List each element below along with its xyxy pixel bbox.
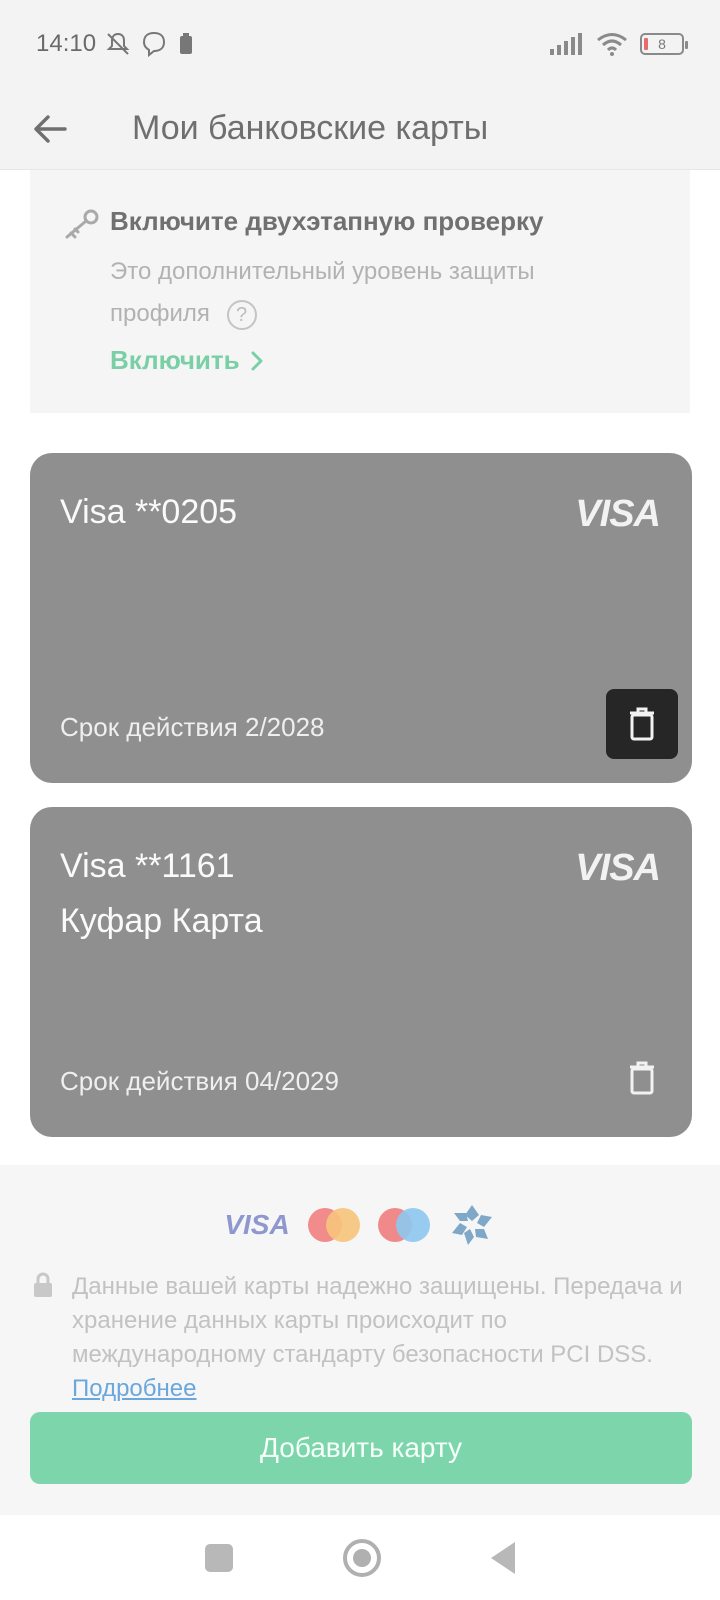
home-icon[interactable] — [343, 1538, 381, 1577]
trash-icon — [630, 1061, 654, 1095]
payment-logos: VISA — [0, 1203, 720, 1247]
card-name: Куфар Карта — [60, 902, 263, 940]
battery-icon: 8 — [640, 33, 688, 55]
mastercard-logo — [307, 1208, 360, 1242]
key-icon — [65, 209, 99, 239]
battery-saver-icon — [180, 33, 193, 54]
card-expiry: Срок действия 2/2028 — [60, 712, 325, 742]
lock-icon — [34, 1272, 52, 1297]
delete-card-button[interactable] — [606, 1043, 678, 1113]
two-factor-banner: Включите двухэтапную проверку Это дополн… — [30, 170, 690, 413]
visa-logo: VISA — [575, 493, 661, 535]
card-number: Visa **0205 — [60, 493, 238, 531]
back-button[interactable] — [0, 88, 100, 170]
add-card-button[interactable]: Добавить карту — [30, 1412, 692, 1484]
system-nav-bar — [0, 1515, 720, 1600]
signal-icon — [550, 33, 582, 55]
more-info-link[interactable]: Подробнее — [72, 1375, 196, 1402]
battery-level: 8 — [658, 36, 666, 52]
chevron-right-icon — [251, 351, 263, 370]
page-title: Мои банковские карты — [132, 109, 489, 147]
trash-icon — [630, 707, 654, 741]
delete-card-button[interactable] — [606, 689, 678, 759]
banner-title: Включите двухэтапную проверку — [110, 206, 544, 236]
security-text: Данные вашей карты надежно защищены. Пер… — [72, 1273, 683, 1368]
app-header: Мои банковские карты — [0, 88, 720, 170]
maestro-logo — [377, 1208, 430, 1242]
bank-card[interactable]: Visa **1161 Куфар Карта VISA Срок действ… — [30, 807, 692, 1137]
visa-logo: VISA — [575, 847, 661, 889]
banner-description: Это дополнительный уровень защиты профил… — [110, 251, 610, 335]
enable-2fa-link[interactable]: Включить — [110, 345, 690, 376]
card-expiry: Срок действия 04/2029 — [60, 1066, 339, 1096]
visa-payment-logo: VISA — [224, 1209, 290, 1240]
recents-icon[interactable] — [205, 1543, 233, 1572]
mute-icon — [106, 32, 130, 55]
belkart-logo — [451, 1205, 492, 1245]
wifi-icon — [597, 33, 627, 56]
help-icon[interactable]: ? — [226, 299, 257, 330]
bank-card[interactable]: Visa **0205 VISA Срок действия 2/2028 — [30, 453, 692, 783]
viber-icon — [143, 31, 166, 58]
enable-2fa-label: Включить — [110, 345, 240, 375]
banner-description-text: Это дополнительный уровень защиты профил… — [110, 258, 535, 327]
status-bar: 14:10 8 — [0, 0, 720, 88]
back-triangle-icon[interactable] — [491, 1541, 515, 1574]
security-notice: Данные вашей карты надежно защищены. Пер… — [32, 1270, 690, 1406]
arrow-left-icon — [34, 114, 67, 143]
status-time: 14:10 — [36, 30, 97, 57]
card-number: Visa **1161 — [60, 847, 235, 885]
